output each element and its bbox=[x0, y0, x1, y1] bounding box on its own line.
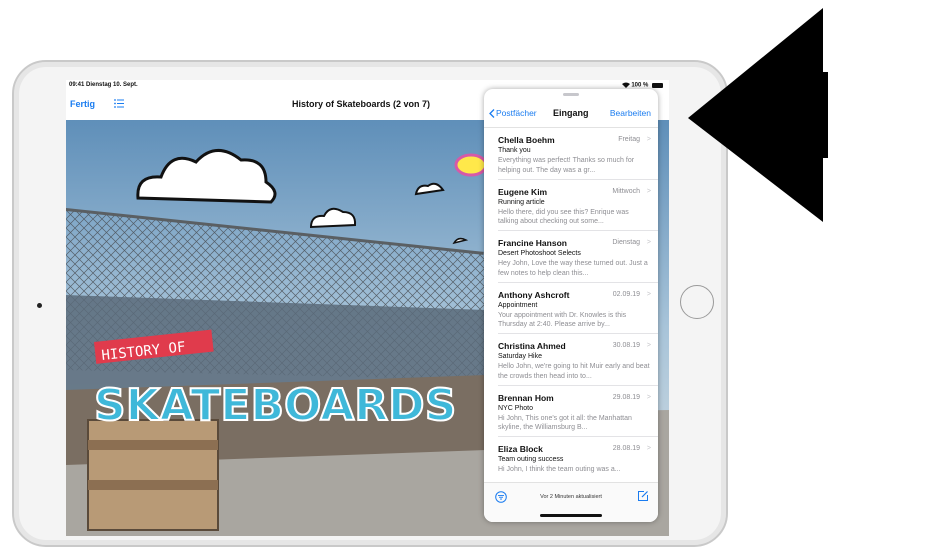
battery-percent: 100 % bbox=[631, 82, 649, 89]
message-sender: Christina Ahmed bbox=[498, 341, 566, 351]
message-subject: Saturday Hike bbox=[498, 353, 542, 360]
message-subject: Running article bbox=[498, 198, 545, 206]
message-date: 28.08.19 bbox=[612, 445, 640, 452]
presentation-title: History of Skateboards (2 von 7) bbox=[291, 99, 431, 109]
done-button[interactable]: Fertig bbox=[70, 99, 95, 109]
message-preview: Hi John, This one's got it all: the Manh… bbox=[498, 414, 632, 432]
chevron-left-icon bbox=[489, 108, 495, 118]
updated-status: Vor 2 Minuten aktualisiert bbox=[540, 494, 602, 500]
message-subject: Thank you bbox=[498, 147, 531, 154]
message-sender: Anthony Ashcroft bbox=[498, 289, 570, 300]
wifi-icon bbox=[621, 82, 630, 88]
message-sender: Eliza Block bbox=[498, 444, 543, 454]
pointer-arrow-icon bbox=[688, 8, 828, 222]
chevron-right-icon: > bbox=[646, 136, 651, 143]
filter-icon[interactable] bbox=[495, 491, 507, 503]
message-preview: Hey John, Love the way these turned out.… bbox=[498, 260, 648, 277]
message-sender: Eugene Kim bbox=[498, 186, 548, 197]
message-preview: Hello there, did you see this? Enrique w… bbox=[498, 208, 629, 226]
status-indicators: 100 % bbox=[621, 82, 663, 89]
status-time: 09:41 Dienstag 10. Sept. bbox=[69, 82, 138, 88]
message-preview: Hello John, we're going to hit Muir earl… bbox=[498, 363, 650, 380]
list-item[interactable]: Christina Ahmed 30.08.19 > Saturday Hike… bbox=[484, 334, 658, 386]
chevron-right-icon: > bbox=[646, 393, 651, 401]
chevron-right-icon: > bbox=[646, 342, 651, 349]
compose-icon[interactable] bbox=[637, 490, 649, 502]
message-subject: NYC Photo bbox=[498, 404, 534, 412]
mailbox-title: Eingang bbox=[553, 108, 589, 118]
chevron-right-icon: > bbox=[646, 239, 651, 246]
mail-nav-bar: Postfächer Eingang Bearbeiten bbox=[484, 101, 658, 128]
message-preview: Hi John, I think the team outing was a..… bbox=[498, 466, 621, 473]
front-camera bbox=[37, 303, 42, 308]
message-date: Mittwoch bbox=[612, 187, 640, 195]
back-label: Postfächer bbox=[496, 108, 537, 118]
message-date: 29.08.19 bbox=[612, 393, 640, 401]
message-sender: Chella Boehm bbox=[498, 135, 555, 145]
list-item[interactable]: Chella Boehm Freitag > Thank you Everyth… bbox=[484, 128, 658, 180]
chevron-right-icon: > bbox=[646, 445, 651, 452]
mail-bottom-toolbar: Vor 2 Minuten aktualisiert bbox=[484, 482, 658, 522]
message-date: Freitag bbox=[618, 136, 640, 143]
edit-button[interactable]: Bearbeiten bbox=[610, 108, 651, 118]
chevron-right-icon: > bbox=[646, 290, 651, 298]
list-item[interactable]: Eliza Block 28.08.19 > Team outing succe… bbox=[484, 437, 658, 482]
slide-over-grabber[interactable] bbox=[563, 93, 579, 96]
message-subject: Appointment bbox=[498, 301, 538, 309]
message-preview: Everything was perfect! Thanks so much f… bbox=[498, 157, 635, 174]
message-date: 02.09.19 bbox=[612, 290, 640, 298]
list-item[interactable]: Anthony Ashcroft 02.09.19 > Appointment … bbox=[484, 283, 658, 335]
message-date: Dienstag bbox=[612, 239, 640, 246]
mail-slide-over: Postfächer Eingang Bearbeiten Chella Boe… bbox=[484, 89, 658, 522]
message-list: Chella Boehm Freitag > Thank you Everyth… bbox=[484, 128, 658, 482]
message-sender: Brennan Hom bbox=[498, 392, 554, 403]
home-indicator[interactable] bbox=[540, 514, 602, 517]
list-icon[interactable] bbox=[114, 99, 124, 108]
message-preview: Your appointment with Dr. Knowles is thi… bbox=[498, 311, 627, 329]
slide-title-line2: SKATEBOARDS bbox=[94, 380, 456, 431]
message-sender: Francine Hanson bbox=[498, 238, 567, 248]
message-subject: Desert Photoshoot Selects bbox=[498, 250, 581, 257]
battery-icon bbox=[652, 82, 663, 88]
chevron-right-icon: > bbox=[646, 187, 651, 195]
home-button[interactable] bbox=[680, 285, 714, 319]
message-subject: Team outing success bbox=[498, 456, 564, 463]
mailboxes-back-button[interactable]: Postfächer bbox=[489, 108, 537, 118]
message-date: 30.08.19 bbox=[612, 342, 640, 349]
list-item[interactable]: Francine Hanson Dienstag > Desert Photos… bbox=[484, 231, 658, 283]
list-item[interactable]: Eugene Kim Mittwoch > Running article He… bbox=[484, 180, 658, 232]
list-item[interactable]: Brennan Hom 29.08.19 > NYC Photo Hi John… bbox=[484, 386, 658, 438]
